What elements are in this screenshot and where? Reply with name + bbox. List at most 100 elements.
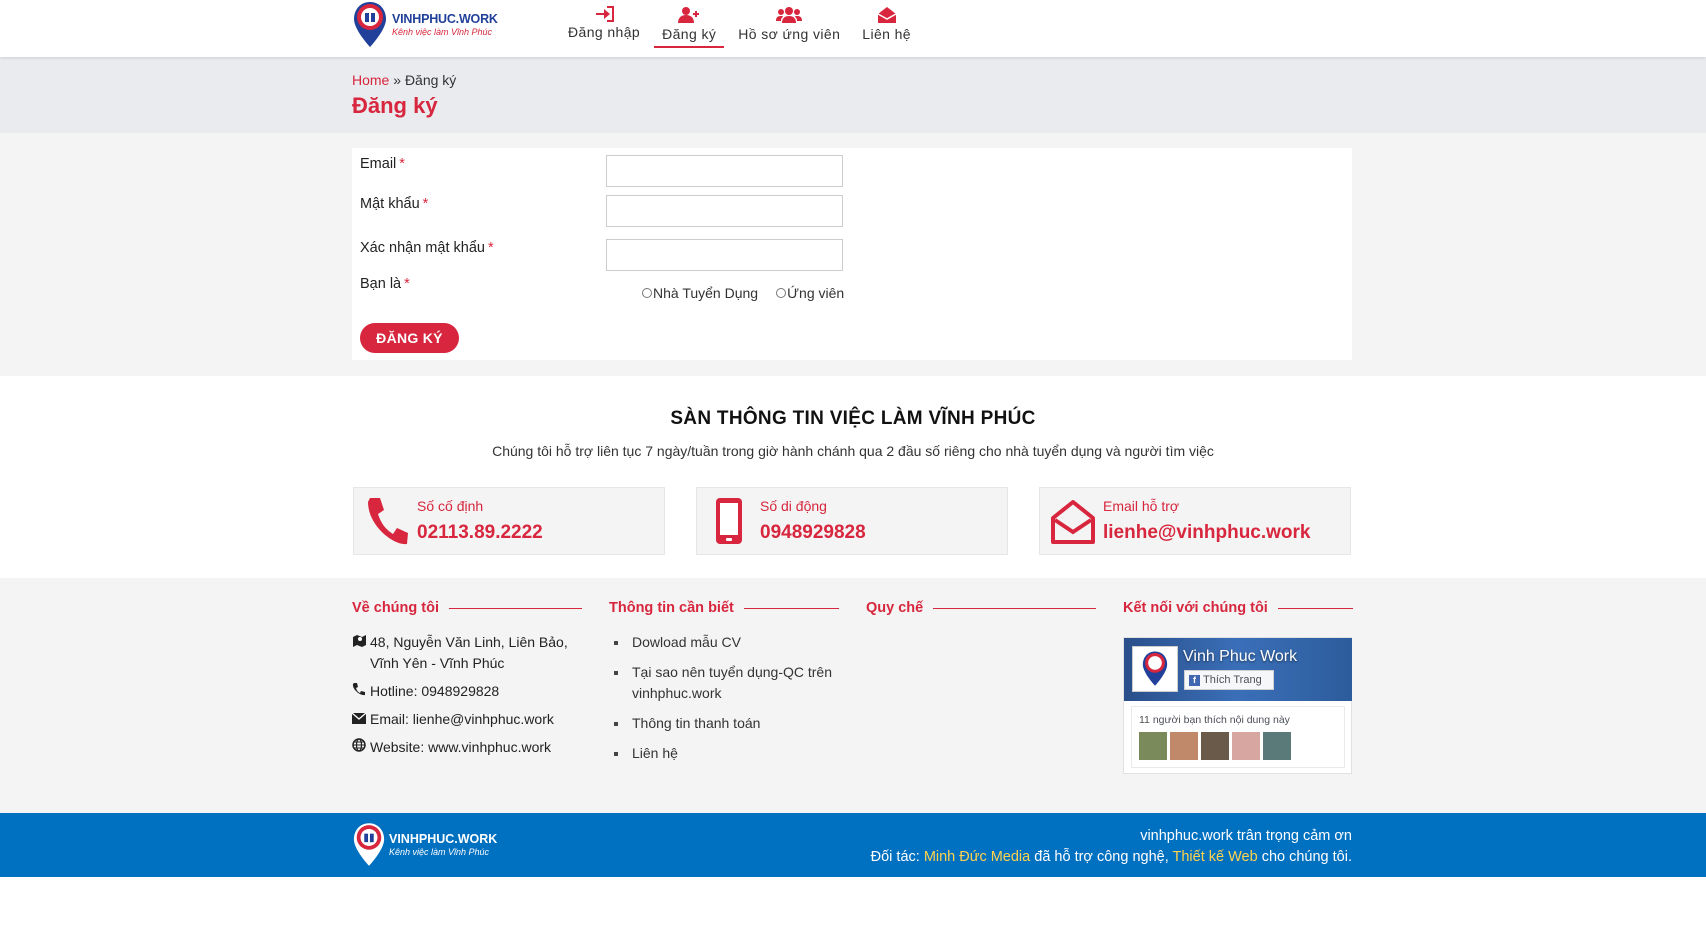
page: VINHPHUC.WORK Kênh việc làm Vĩnh Phúc Đă… (0, 0, 1706, 925)
footer-link-contact[interactable]: Liên hệ (609, 743, 839, 764)
mobile-number[interactable]: 0948929828 (760, 522, 866, 544)
phone-icon (352, 681, 370, 702)
bottom-logo-title: VINHPHUC.WORK (389, 832, 498, 847)
facebook-avatar[interactable] (1132, 646, 1178, 692)
logo-tagline: Kênh việc làm Vĩnh Phúc (392, 26, 493, 37)
envelope-open-icon (1051, 500, 1095, 544)
partner-link-minhduc[interactable]: Minh Đức Media (924, 849, 1030, 865)
required-mark: * (404, 276, 410, 292)
footer-about-heading: Về chúng tôi (352, 600, 582, 616)
role-candidate-radio[interactable]: Ứng viên (776, 285, 844, 301)
breadcrumb-separator: » (393, 72, 402, 88)
landline-label: Số cố định (417, 498, 484, 514)
footer-about: Về chúng tôi 48, Nguyễn Văn Linh, Liên B… (351, 600, 582, 765)
footer-rules-heading-text: Quy chế (866, 600, 924, 616)
required-mark: * (487, 240, 494, 256)
footer-rules: Quy chế (866, 600, 1096, 616)
bottom-thanks: vinhphuc.work trân trọng cảm ơn (1140, 828, 1352, 844)
footer-email-text[interactable]: Email: lienhe@vinhphuc.work (370, 709, 554, 730)
facebook-friends-text: 11 người bạn thích nội dung này (1139, 714, 1290, 726)
footer-hotline-text[interactable]: Hotline: 0948929828 (370, 681, 499, 702)
email-label: Email * (360, 156, 405, 172)
role-label: Bạn là * (360, 276, 410, 292)
role-candidate-label: Ứng viên (787, 285, 845, 301)
confirm-password-field[interactable] (606, 239, 843, 271)
facebook-page-name[interactable]: Vinh Phuc Work (1183, 648, 1297, 666)
footer-rules-heading: Quy chế (866, 600, 1096, 616)
logo-title: VINHPHUC.WORK (392, 12, 498, 27)
map-pin-logo-icon (353, 823, 385, 866)
footer-info: Thông tin cần biết Dowload mẫu CV Tại sa… (609, 600, 839, 773)
bottom-logo-tagline: Kênh việc làm Vĩnh Phúc (389, 846, 490, 857)
nav-register[interactable]: Đăng ký (654, 0, 725, 48)
heading-divider (933, 607, 1096, 609)
partner-prefix: Đối tác: (870, 849, 924, 865)
contact-box-email: Email hỗ trợ lienhe@vinhphuc.work (1039, 487, 1351, 555)
partner-middle-text: đã hỗ trợ công nghệ, (1030, 849, 1173, 865)
role-label-text: Bạn là (360, 276, 402, 292)
password-label: Mật khẩu * (360, 196, 428, 212)
email-support-value[interactable]: lienhe@vinhphuc.work (1103, 522, 1311, 544)
radio-circle[interactable] (776, 288, 787, 298)
contact-box-mobile: Số di động 0948929828 (696, 487, 1008, 555)
email-support-label: Email hỗ trợ (1103, 498, 1180, 514)
contact-description: Chúng tôi hỗ trợ liên tục 7 ngày/tuần tr… (492, 443, 1214, 459)
nav-login-label: Đăng nhập (568, 24, 641, 40)
contact-title: SÀN THÔNG TIN VIỆC LÀM VĨNH PHÚC (670, 408, 1036, 429)
facebook-icon: f (1189, 674, 1200, 686)
footer-email: Email: lienhe@vinhphuc.work (351, 709, 582, 730)
confirm-password-label-text: Xác nhận mật khẩu (360, 240, 485, 256)
facebook-page-widget[interactable]: Vinh Phuc Work f Thích Trang 11 người bạ… (1123, 637, 1352, 774)
required-mark: * (422, 196, 429, 212)
password-field[interactable] (606, 195, 843, 227)
partner-link-web-design[interactable]: Thiết kế Web (1173, 849, 1258, 865)
required-mark: * (399, 156, 405, 172)
heading-divider (743, 607, 839, 609)
globe-icon (352, 737, 370, 758)
bottom-partners: Đối tác: Minh Đức Media đã hỗ trợ công n… (871, 849, 1352, 865)
password-label-text: Mật khẩu (360, 196, 420, 212)
heading-divider (449, 607, 582, 609)
facebook-cover: Vinh Phuc Work f Thích Trang (1124, 638, 1352, 701)
radio-circle[interactable] (642, 288, 652, 298)
landline-number[interactable]: 02113.89.2222 (417, 522, 543, 544)
map-icon (352, 632, 370, 674)
friend-avatar[interactable] (1263, 732, 1291, 760)
footer-website-text[interactable]: Website: www.vinhphuc.work (370, 737, 551, 758)
confirm-password-label: Xác nhận mật khẩu * (360, 240, 494, 256)
facebook-like-button[interactable]: f Thích Trang (1184, 670, 1274, 690)
footer-address-text: 48, Nguyễn Văn Linh, Liên Bảo, Vĩnh Yên … (370, 634, 568, 671)
user-plus-icon (678, 7, 700, 23)
facebook-like-label: Thích Trang (1203, 674, 1262, 686)
role-employer-radio[interactable]: Nhà Tuyển Dụng (642, 285, 758, 301)
friend-avatar[interactable] (1139, 732, 1167, 760)
footer-link-why[interactable]: Tại sao nên tuyển dụng-QC trên vinhphuc.… (609, 662, 839, 704)
friend-avatar[interactable] (1232, 732, 1260, 760)
footer-link-payment[interactable]: Thông tin thanh toán (609, 713, 839, 734)
nav-candidates[interactable]: Hồ sơ ứng viên (730, 0, 848, 48)
page-title: Đăng ký (352, 93, 438, 118)
footer-info-heading-text: Thông tin cần biết (609, 600, 734, 616)
nav-candidates-label: Hồ sơ ứng viên (738, 26, 841, 42)
friend-avatar[interactable] (1201, 732, 1229, 760)
envelope-open-icon (877, 7, 896, 23)
footer-connect-heading: Kết nối với chúng tôi (1123, 600, 1353, 616)
friend-avatar[interactable] (1170, 732, 1198, 760)
footer-website: Website: www.vinhphuc.work (352, 737, 582, 758)
email-label-text: Email (360, 156, 397, 172)
site-footer: Về chúng tôi 48, Nguyễn Văn Linh, Liên B… (0, 578, 1706, 813)
site-header: VINHPHUC.WORK Kênh việc làm Vĩnh Phúc Đă… (0, 0, 1706, 57)
map-pin-logo-icon (354, 2, 386, 47)
nav-contact[interactable]: Liên hệ (854, 0, 919, 48)
nav-login[interactable]: Đăng nhập (560, 0, 648, 48)
main-nav: Đăng nhập Đăng ký Hồ sơ ứng viên Liên hệ (560, 0, 925, 50)
register-button[interactable]: ĐĂNG KÝ (360, 323, 459, 353)
email-field[interactable] (606, 155, 843, 187)
map-pin-logo-icon (1142, 651, 1168, 686)
breadcrumb-home-link[interactable]: Home (352, 72, 389, 88)
site-logo[interactable]: VINHPHUC.WORK Kênh việc làm Vĩnh Phúc (352, 0, 498, 50)
footer-info-list: Dowload mẫu CV Tại sao nên tuyển dụng-QC… (609, 632, 839, 764)
bottom-logo[interactable]: VINHPHUC.WORK Kênh việc làm Vĩnh Phúc (352, 821, 497, 869)
role-employer-label: Nhà Tuyển Dụng (653, 285, 759, 301)
footer-link-cv[interactable]: Dowload mẫu CV (609, 632, 839, 653)
